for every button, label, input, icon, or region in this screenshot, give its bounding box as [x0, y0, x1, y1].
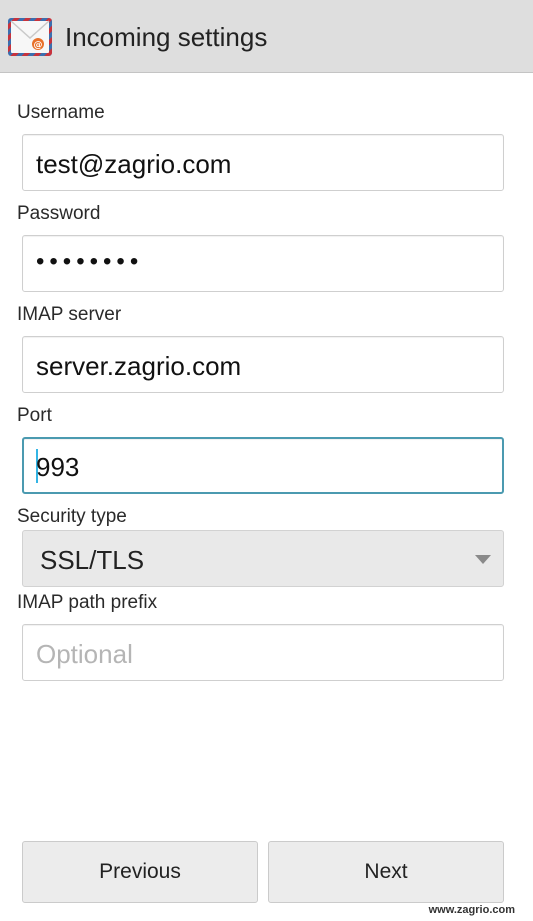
svg-text:@: @ — [34, 41, 43, 51]
port-value: 993 — [36, 452, 80, 482]
watermark: www.zagrio.com — [428, 904, 515, 916]
incoming-settings-screen: @ Incoming settings Username test@zagrio… — [0, 0, 533, 921]
security-type-dropdown[interactable]: SSL/TLS — [22, 530, 504, 587]
security-type-value: SSL/TLS — [40, 545, 145, 575]
port-label: Port — [17, 405, 52, 426]
security-type-label: Security type — [17, 506, 127, 527]
imap-server-value: server.zagrio.com — [36, 351, 242, 381]
password-value: •••••••• — [36, 248, 144, 275]
dropdown-arrow-icon — [475, 555, 491, 564]
next-button[interactable]: Next — [268, 841, 504, 903]
imap-path-prefix-field[interactable]: Optional — [22, 624, 504, 681]
screen-title: Incoming settings — [65, 22, 268, 52]
password-field[interactable]: •••••••• — [22, 235, 504, 292]
imap-server-field[interactable]: server.zagrio.com — [22, 336, 504, 393]
imap-path-prefix-placeholder: Optional — [36, 639, 133, 669]
username-field[interactable]: test@zagrio.com — [22, 134, 504, 191]
password-label: Password — [17, 203, 101, 224]
imap-server-label: IMAP server — [17, 304, 122, 325]
username-value: test@zagrio.com — [36, 149, 232, 179]
email-envelope-icon: @ — [8, 18, 52, 56]
username-label: Username — [17, 102, 105, 123]
action-bar: @ Incoming settings — [0, 0, 533, 73]
previous-button[interactable]: Previous — [22, 841, 258, 903]
imap-path-prefix-label: IMAP path prefix — [17, 592, 158, 613]
port-field[interactable]: 993 — [22, 437, 504, 494]
